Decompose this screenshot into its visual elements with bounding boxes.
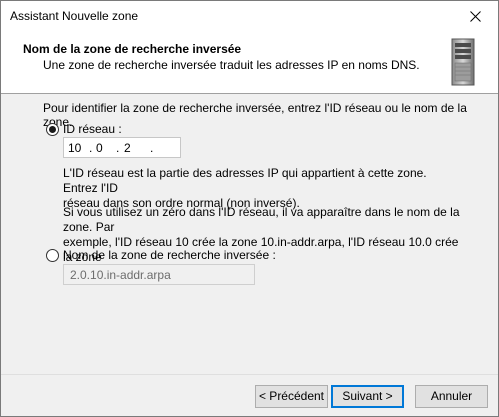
zone-name-radio[interactable]	[46, 249, 59, 262]
wizard-header: Nom de la zone de recherche inversée Une…	[1, 31, 498, 94]
wizard-content: Pour identifier la zone de recherche inv…	[1, 94, 498, 374]
close-button[interactable]	[452, 1, 498, 31]
title-bar: Assistant Nouvelle zone	[1, 1, 498, 31]
network-id-label[interactable]: ID réseau :	[63, 122, 122, 136]
close-icon	[469, 10, 481, 22]
network-id-input[interactable]: 10 . 0 . 2 .	[63, 137, 181, 158]
octet-dot: .	[116, 141, 120, 155]
octet-dot: .	[89, 141, 93, 155]
cancel-button[interactable]: Annuler	[415, 385, 488, 408]
octet-1[interactable]: 10	[68, 141, 81, 155]
page-title: Nom de la zone de recherche inversée	[23, 42, 242, 56]
back-button[interactable]: < Précédent	[255, 385, 328, 408]
network-id-radio[interactable]	[46, 123, 59, 136]
note-line: L'ID réseau est la partie des adresses I…	[63, 166, 427, 195]
zone-name-input[interactable]: 2.0.10.in-addr.arpa	[63, 264, 255, 285]
window-title: Assistant Nouvelle zone	[10, 9, 139, 23]
footer-divider	[1, 374, 498, 375]
next-button[interactable]: Suivant >	[331, 385, 404, 408]
octet-dot: .	[150, 141, 154, 155]
note-line: Si vous utilisez un zéro dans l'ID résea…	[63, 205, 460, 234]
zone-name-label[interactable]: Nom de la zone de recherche inversée :	[63, 248, 276, 262]
octet-3[interactable]: 2	[124, 141, 131, 155]
octet-2[interactable]: 0	[96, 141, 103, 155]
new-zone-wizard-window: Assistant Nouvelle zone Nom de la zone d…	[0, 0, 499, 417]
page-subtitle: Une zone de recherche inversée traduit l…	[43, 58, 420, 72]
server-icon	[451, 38, 475, 86]
